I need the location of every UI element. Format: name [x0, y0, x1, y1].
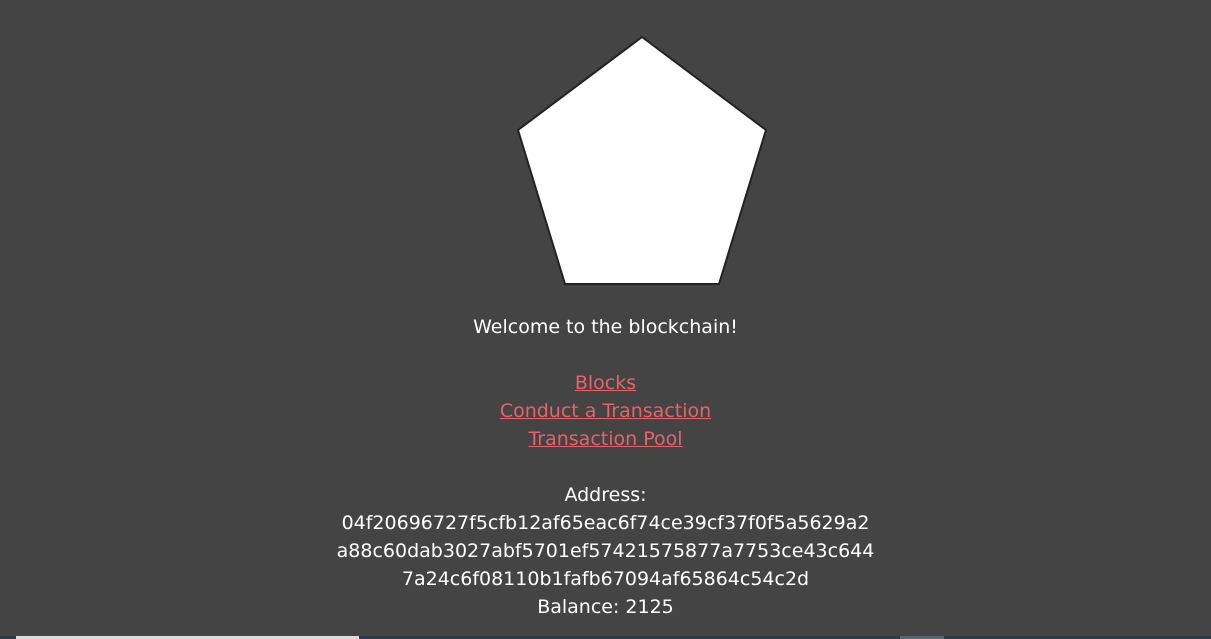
wallet-info: Address: 04f20696727f5cfb12af65eac6f74ce…	[0, 481, 1211, 621]
welcome-message: Welcome to the blockchain!	[473, 316, 738, 338]
blocks-link[interactable]: Blocks	[0, 369, 1211, 397]
pentagon-logo-icon	[517, 36, 767, 285]
address-line: a88c60dab3027abf5701ef57421575877a7753ce…	[336, 540, 875, 562]
main-navigation: Blocks Conduct a Transaction Transaction…	[0, 369, 1211, 453]
address-label: Address:	[564, 484, 647, 506]
address-line: 7a24c6f08110b1fafb67094af65864c54c2d	[401, 568, 810, 590]
transaction-pool-link[interactable]: Transaction Pool	[0, 425, 1211, 453]
address-line: 04f20696727f5cfb12af65eac6f74ce39cf37f0f…	[341, 512, 870, 534]
conduct-transaction-link[interactable]: Conduct a Transaction	[0, 397, 1211, 425]
balance-text: Balance: 2125	[537, 596, 674, 618]
